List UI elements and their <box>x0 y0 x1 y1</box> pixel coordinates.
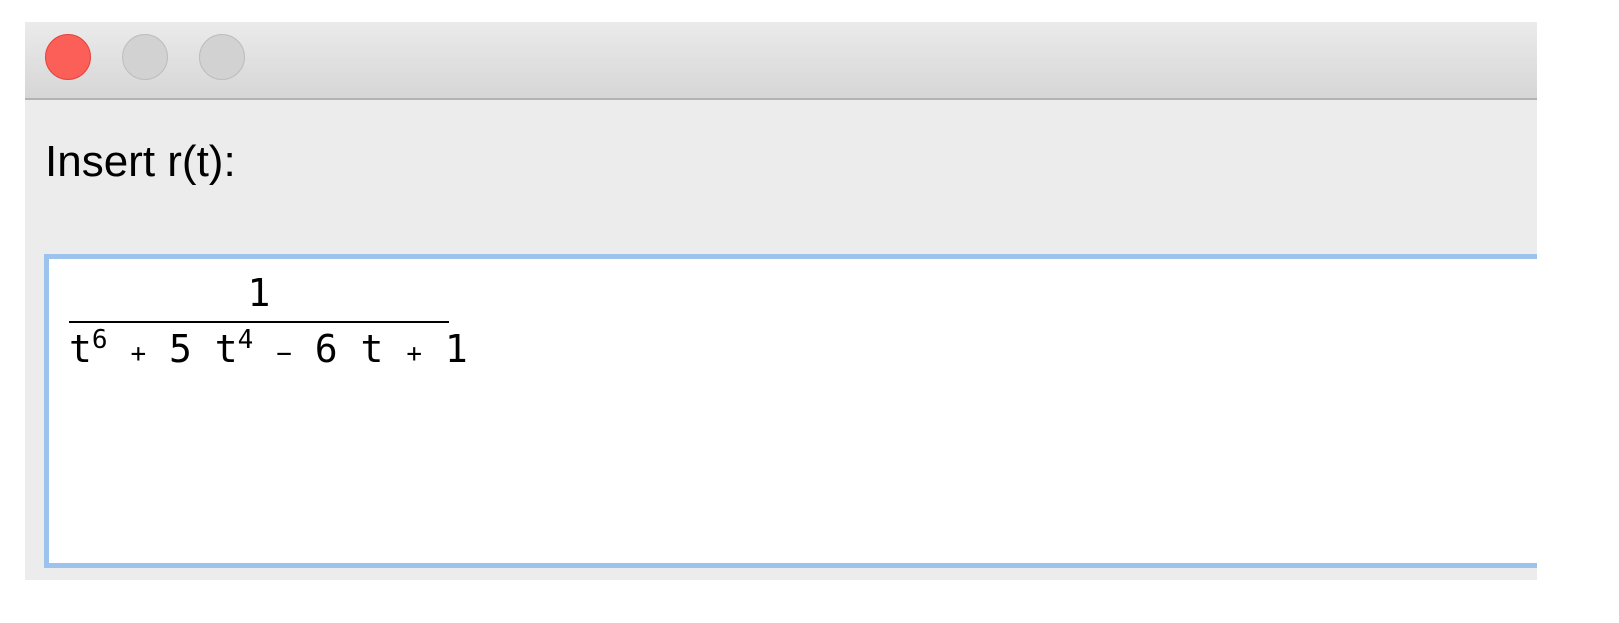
term2-base: t <box>214 327 238 371</box>
plus-operator: + <box>130 339 147 369</box>
dialog-window: Insert r(t): 1 t6 + 5 t4 − 6 t + 1 <box>25 22 1537 580</box>
minimize-window-button[interactable] <box>122 34 168 80</box>
fraction-expression: 1 t6 + 5 t4 − 6 t + 1 <box>69 271 468 376</box>
close-window-button[interactable] <box>45 34 91 80</box>
term3-base: t <box>360 327 384 371</box>
zoom-window-button[interactable] <box>199 34 245 80</box>
fraction-numerator: 1 <box>247 271 271 315</box>
term2-exponent: 4 <box>237 325 254 355</box>
title-bar[interactable] <box>25 22 1537 100</box>
constant-term: 1 <box>444 327 468 371</box>
fraction-bar <box>69 321 449 323</box>
expression-input[interactable]: 1 t6 + 5 t4 − 6 t + 1 <box>44 254 1537 568</box>
term3-coefficient: 6 <box>314 327 338 371</box>
minus-operator: − <box>276 339 292 369</box>
fraction-denominator: t6 + 5 t4 − 6 t + 1 <box>69 325 468 376</box>
term1-base: t <box>69 327 92 371</box>
term2-coefficient: 5 <box>168 327 192 371</box>
prompt-label: Insert r(t): <box>45 137 236 186</box>
term1-exponent: 6 <box>91 325 108 355</box>
plus-operator: + <box>406 339 422 369</box>
